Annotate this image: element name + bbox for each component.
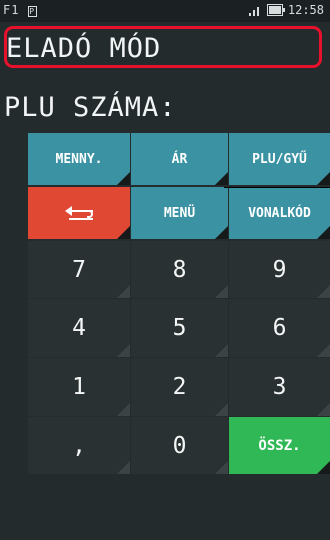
back-icon: [65, 206, 93, 220]
p-icon: P: [27, 6, 37, 17]
key-1[interactable]: 1: [28, 358, 130, 416]
clock: 12:58: [287, 3, 324, 17]
plu-prompt: PLU SZÁMA:: [4, 92, 177, 123]
key-4[interactable]: 4: [28, 299, 130, 357]
total-button[interactable]: ÖSSZ.: [229, 417, 330, 474]
status-bar: F1 P 12:58: [0, 0, 330, 22]
signal-icon: [248, 5, 262, 16]
key-comma[interactable]: ,: [28, 417, 130, 474]
key-5[interactable]: 5: [131, 299, 228, 357]
device-screen: F1 P 12:58 ELADÓ MÓD PLU SZÁMA: MENNY. Á…: [0, 0, 330, 540]
back-button[interactable]: [28, 187, 130, 239]
status-left: F1 P: [3, 3, 37, 17]
barcode-button[interactable]: VONALKÓD: [229, 187, 330, 239]
menu-button[interactable]: MENÜ: [131, 187, 228, 239]
key-2[interactable]: 2: [131, 358, 228, 416]
divider-line: [224, 187, 330, 188]
battery-icon: [266, 4, 285, 16]
status-right: 12:58: [248, 3, 324, 17]
quantity-button[interactable]: MENNY.: [28, 133, 130, 185]
f1-label: F1: [3, 3, 20, 17]
key-0[interactable]: 0: [131, 417, 228, 474]
price-button[interactable]: ÁR: [131, 133, 228, 185]
plu-button[interactable]: PLU/GYŰ: [229, 133, 330, 185]
mode-title: ELADÓ MÓD: [6, 33, 162, 64]
key-8[interactable]: 8: [131, 241, 228, 298]
key-7[interactable]: 7: [28, 241, 130, 298]
key-3[interactable]: 3: [229, 358, 330, 416]
key-6[interactable]: 6: [229, 299, 330, 357]
key-9[interactable]: 9: [229, 241, 330, 298]
